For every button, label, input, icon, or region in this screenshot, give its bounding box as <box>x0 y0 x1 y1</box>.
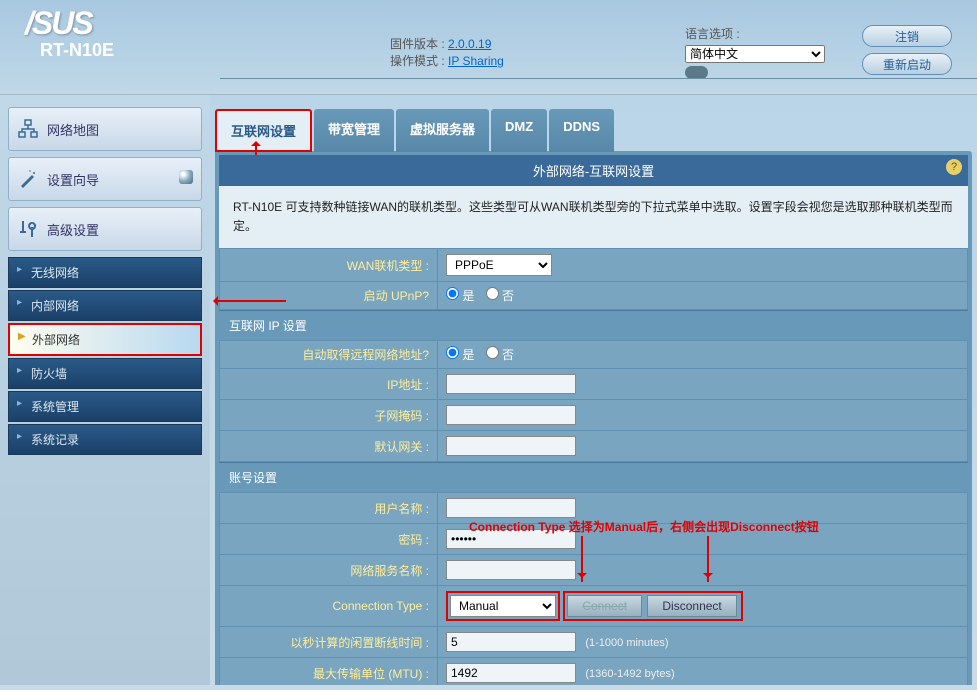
brand-logo: /SUS <box>25 5 205 42</box>
nav-log[interactable]: 系统记录 <box>8 424 202 455</box>
sidebar-item-label: 网络地图 <box>47 120 99 139</box>
ip-table: 自动取得远程网络地址? 是 否 IP地址 : 子网掩码 : 默认网关 : <box>219 340 968 462</box>
firmware-label: 固件版本 : <box>390 37 445 51</box>
mode-label: 操作模式 : <box>390 54 445 68</box>
wizard-icon <box>17 168 39 190</box>
user-label: 用户名称 : <box>220 493 438 524</box>
mtu-label: 最大传输单位 (MTU) : <box>220 658 438 685</box>
panel: 外部网络-互联网设置 ? RT-N10E 可支持数种链接WAN的联机类型。这些类… <box>215 151 972 685</box>
idle-hint: (1-1000 minutes) <box>585 637 668 649</box>
conn-type-select[interactable]: Manual <box>450 595 556 617</box>
pwd-label: 密码 : <box>220 524 438 555</box>
tab-dmz[interactable]: DMZ <box>491 109 547 152</box>
mode-link[interactable]: IP Sharing <box>448 54 504 68</box>
tools-icon <box>17 218 39 240</box>
header: /SUS RT-N10E 固件版本 : 2.0.0.19 操作模式 : IP S… <box>0 0 977 95</box>
language-label: 语言选项 : <box>685 27 740 41</box>
sidebar-network-map[interactable]: 网络地图 <box>8 107 202 151</box>
network-map-icon <box>17 118 39 140</box>
firmware-info: 固件版本 : 2.0.0.19 操作模式 : IP Sharing <box>390 35 504 69</box>
tab-vserver[interactable]: 虚拟服务器 <box>396 109 489 152</box>
mtu-hint: (1360-1492 bytes) <box>585 668 674 680</box>
idle-label: 以秒计算的闲置断线时间 : <box>220 627 438 658</box>
content: 互联网设置 带宽管理 虚拟服务器 DMZ DDNS 外部网络-互联网设置 ? R… <box>210 95 977 685</box>
sidebar-setup-wizard[interactable]: 设置向导 <box>8 157 202 201</box>
svc-label: 网络服务名称 : <box>220 555 438 586</box>
annotation-text: Connection Type 选择为Manual后，右侧会出现Disconne… <box>469 518 819 535</box>
tabs: 互联网设置 带宽管理 虚拟服务器 DMZ DDNS <box>215 109 972 152</box>
header-rule <box>220 78 977 79</box>
nav-firewall[interactable]: 防火墙 <box>8 358 202 389</box>
top-buttons: 注销 重新启动 <box>862 25 952 81</box>
logo-block: /SUS RT-N10E <box>25 5 205 61</box>
upnp-no[interactable]: 否 <box>486 289 514 303</box>
section-ip-header: 互联网 IP 设置 <box>219 310 968 340</box>
upnp-yes[interactable]: 是 <box>446 289 474 303</box>
annotation-arrow-2 <box>707 536 709 582</box>
tab-ddns[interactable]: DDNS <box>549 109 614 152</box>
annotation-arrow-1 <box>581 536 583 582</box>
help-icon[interactable]: ? <box>946 159 962 175</box>
tab-qos[interactable]: 带宽管理 <box>314 109 394 152</box>
language-select[interactable]: 简体中文 <box>685 45 825 63</box>
model-name: RT-N10E <box>40 40 205 61</box>
panel-title: 外部网络-互联网设置 ? <box>219 155 968 186</box>
panel-description: RT-N10E 可支持数种链接WAN的联机类型。这些类型可从WAN联机类型旁的下… <box>219 186 968 248</box>
section-acct-header: 账号设置 <box>219 462 968 492</box>
nav-lan[interactable]: 内部网络 <box>8 290 202 321</box>
nav-system[interactable]: 系统管理 <box>8 391 202 422</box>
upnp-label: 启动 UPnP? <box>220 282 438 310</box>
wan-type-label: WAN联机类型 : <box>220 249 438 282</box>
logout-button[interactable]: 注销 <box>862 25 952 47</box>
firmware-version-link[interactable]: 2.0.0.19 <box>448 37 491 51</box>
mask-input[interactable] <box>446 405 576 425</box>
ip-label: IP地址 : <box>220 369 438 400</box>
nav-wireless[interactable]: 无线网络 <box>8 257 202 288</box>
auto-ip-label: 自动取得远程网络地址? <box>220 341 438 369</box>
tab-internet[interactable]: 互联网设置 <box>215 109 312 152</box>
gw-input[interactable] <box>446 436 576 456</box>
ip-input[interactable] <box>446 374 576 394</box>
gw-label: 默认网关 : <box>220 431 438 462</box>
autoip-no[interactable]: 否 <box>486 348 514 362</box>
svc-input[interactable] <box>446 560 576 580</box>
annotation-arrow-left <box>216 300 286 302</box>
reboot-button[interactable]: 重新启动 <box>862 53 952 75</box>
disconnect-button[interactable]: Disconnect <box>647 595 736 617</box>
mtu-input[interactable] <box>446 663 576 683</box>
mask-label: 子网掩码 : <box>220 400 438 431</box>
sidebar-item-label: 设置向导 <box>47 170 99 189</box>
sidebar-item-label: 高级设置 <box>47 220 99 239</box>
connect-button[interactable]: Connect <box>567 595 642 617</box>
nav-wan[interactable]: 外部网络 <box>8 323 202 356</box>
conn-type-label: Connection Type : <box>220 586 438 627</box>
autoip-yes[interactable]: 是 <box>446 348 474 362</box>
nav-group: 无线网络 内部网络 外部网络 防火墙 系统管理 系统记录 <box>8 257 202 455</box>
language-block: 语言选项 : 简体中文 <box>685 25 825 79</box>
idle-input[interactable] <box>446 632 576 652</box>
wan-type-select[interactable]: PPPoE <box>446 254 552 276</box>
wan-basic-table: WAN联机类型 : PPPoE 启动 UPnP? 是 否 <box>219 248 968 310</box>
sidebar: 网络地图 设置向导 高级设置 无线网络 内部网络 外部网络 防火墙 系统管理 系… <box>0 95 210 685</box>
sidebar-advanced[interactable]: 高级设置 <box>8 207 202 251</box>
user-input[interactable] <box>446 498 576 518</box>
